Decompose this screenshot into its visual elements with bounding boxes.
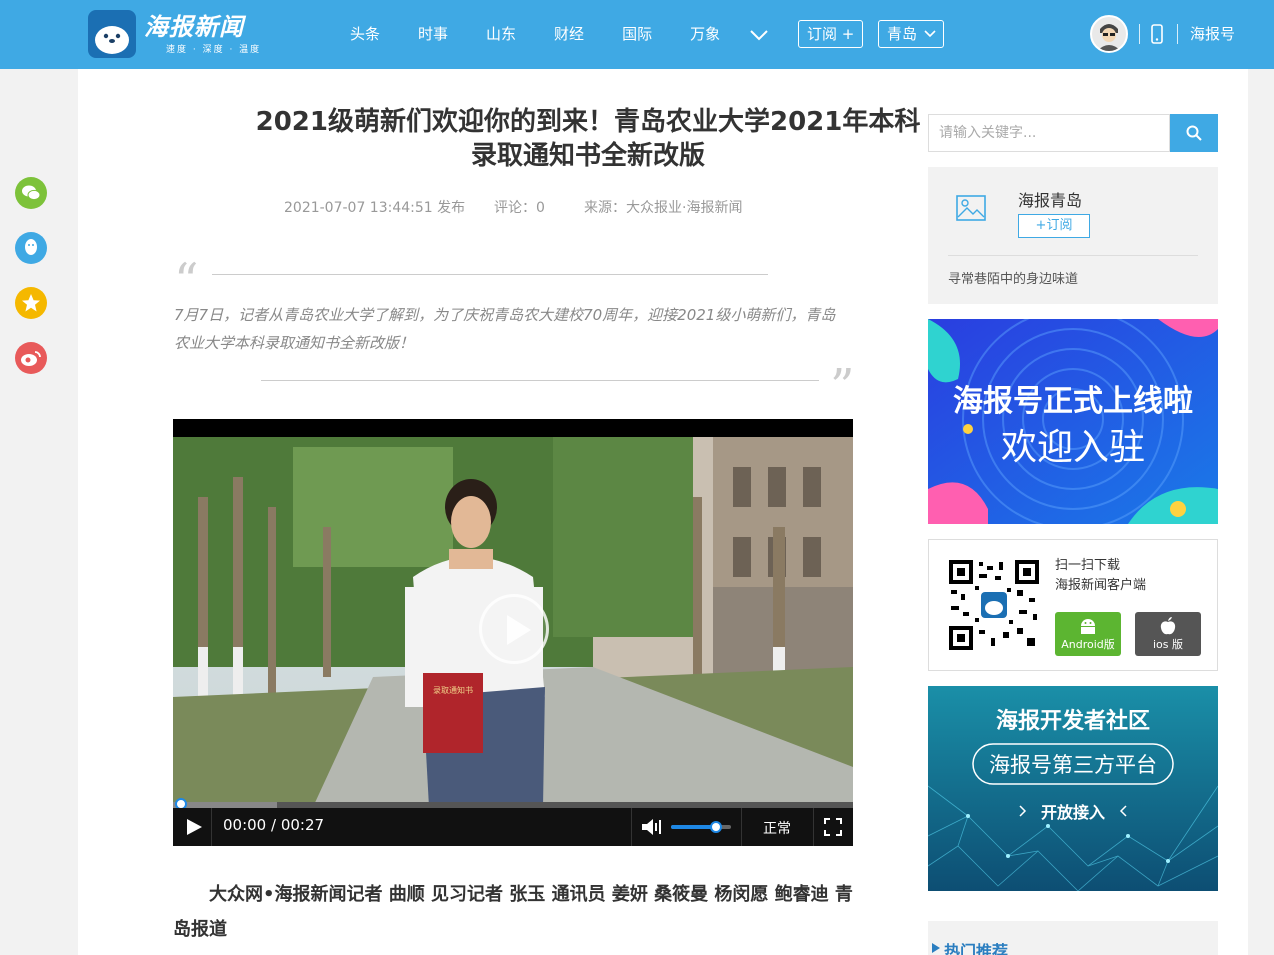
volume-icon[interactable] [641,817,663,841]
search-box: 请输入关键字... [928,114,1218,152]
search-icon [1186,125,1202,141]
video-play-overlay-button[interactable] [479,594,549,664]
weibo-icon[interactable] [15,342,47,374]
nav-more-chevron-icon[interactable] [750,26,768,45]
channel-description: 寻常巷陌中的身边味道 [948,272,1079,287]
control-divider [211,808,212,846]
nav-item-international[interactable]: 国际 [622,22,652,46]
main-nav: 头条 时事 山东 财经 国际 万象 [350,22,758,46]
user-avatar[interactable] [1090,15,1128,53]
article-date: 2021-07-07 13:44:51 发布 [284,200,466,216]
download-line-2: 海报新闻客户端 [1055,578,1147,593]
video-time: 00:00 / 00:27 [223,816,325,834]
top-nav-bar: 海报新闻 速度 · 深度 · 温度 头条 时事 山东 财经 国际 万象 订阅 +… [0,0,1274,69]
download-text: 扫一扫下载 海报新闻客户端 [1055,556,1146,596]
nav-item-current-affairs[interactable]: 时事 [418,22,448,46]
open-quote-icon: “ [174,253,199,309]
playback-speed[interactable]: 正常 [763,818,791,838]
volume-slider[interactable] [671,821,731,833]
search-input[interactable]: 请输入关键字... [928,114,1170,152]
banner-cta: 开放接入 [1041,803,1105,822]
video-player[interactable]: 录取通知书 00:00 / 00:27 正常 [173,419,853,846]
chevron-down-icon [924,30,936,38]
banner-subline: 欢迎入驻 [1001,427,1145,468]
city-label: 青岛 [887,25,918,43]
qr-code [947,558,1041,652]
android-icon [1081,619,1095,634]
search-button[interactable] [1170,114,1218,152]
hot-recommend-title: 热门推荐 [944,942,1009,955]
control-divider [631,808,632,846]
city-dropdown[interactable]: 青岛 [878,20,945,48]
banner-title: 海报开发者社区 [996,708,1150,734]
image-placeholder-icon [956,195,986,225]
android-download-button[interactable]: Android版 [1055,612,1121,656]
channel-subscribe-button[interactable]: +订阅 [1018,214,1090,238]
mobile-phone-icon[interactable] [1151,24,1163,48]
app-download-box: 扫一扫下载 海报新闻客户端 Android版 ios 版 [928,539,1218,671]
haibao-launch-banner[interactable]: 海报号正式上线啦 欢迎入驻 [928,319,1218,524]
volume-handle[interactable] [710,821,722,833]
article-title: 2021级萌新们欢迎你的到来！青岛农业大学2021年本科录取通知书全新改版 [255,107,921,171]
article-source: 来源：大众报业·海报新闻 [584,200,743,216]
download-line-1: 扫一扫下载 [1055,558,1121,573]
hot-recommend-section: 热门推荐 [928,921,1218,955]
quote-divider [212,274,768,275]
banner-subtitle: 海报号第三方平台 [989,753,1157,777]
logo-tagline: 速度 · 深度 · 温度 [166,44,262,55]
header-divider [1177,24,1178,44]
developer-community-banner[interactable]: 海报开发者社区 海报号第三方平台 开放接入 [928,686,1218,891]
haibao-account-link[interactable]: 海报号 [1190,22,1235,46]
card-divider [948,255,1198,256]
logo-title: 海报新闻 [144,12,244,41]
nav-item-headline[interactable]: 头条 [350,22,380,46]
control-divider [813,808,814,846]
site-logo[interactable]: 海报新闻 速度 · 深度 · 温度 [88,10,263,58]
channel-name[interactable]: 海报青岛 [1018,187,1082,211]
comment-count[interactable]: 评论：0 [494,197,545,217]
triangle-marker-icon [932,943,940,953]
seal-logo-icon [88,10,136,58]
book-label: 录取通知书 [433,685,473,695]
qq-icon[interactable] [15,232,47,264]
subscribe-button[interactable]: 订阅 + [798,20,864,48]
control-divider [741,808,742,846]
qzone-icon[interactable] [15,287,47,319]
android-label: Android版 [1061,638,1115,651]
header-divider [1139,24,1140,44]
article-summary: 7月7日，记者从青岛农业大学了解到，为了庆祝青岛农大建校70周年，迎接2021级… [174,306,836,352]
nav-item-shandong[interactable]: 山东 [486,22,516,46]
wechat-icon[interactable] [15,177,47,209]
ios-label: ios 版 [1152,638,1183,651]
apple-icon [1160,617,1176,635]
fullscreen-icon[interactable] [824,818,842,840]
close-quote-icon: ” [830,359,855,415]
banner-headline: 海报号正式上线啦 [953,384,1193,419]
ios-download-button[interactable]: ios 版 [1135,612,1201,656]
article-byline: 大众网•海报新闻记者 曲顺 见习记者 张玉 通讯员 姜妍 桑筱曼 杨闵愿 鲍睿迪… [173,884,853,940]
play-icon[interactable] [185,818,203,840]
video-controls: 00:00 / 00:27 正常 [173,808,853,846]
main-content: 2021级萌新们欢迎你的到来！青岛农业大学2021年本科录取通知书全新改版 20… [78,69,1248,955]
channel-card: 海报青岛 +订阅 寻常巷陌中的身边味道 [928,167,1218,304]
nav-item-finance[interactable]: 财经 [554,22,584,46]
quote-divider [261,380,819,381]
nav-item-wanxiang[interactable]: 万象 [690,22,720,46]
